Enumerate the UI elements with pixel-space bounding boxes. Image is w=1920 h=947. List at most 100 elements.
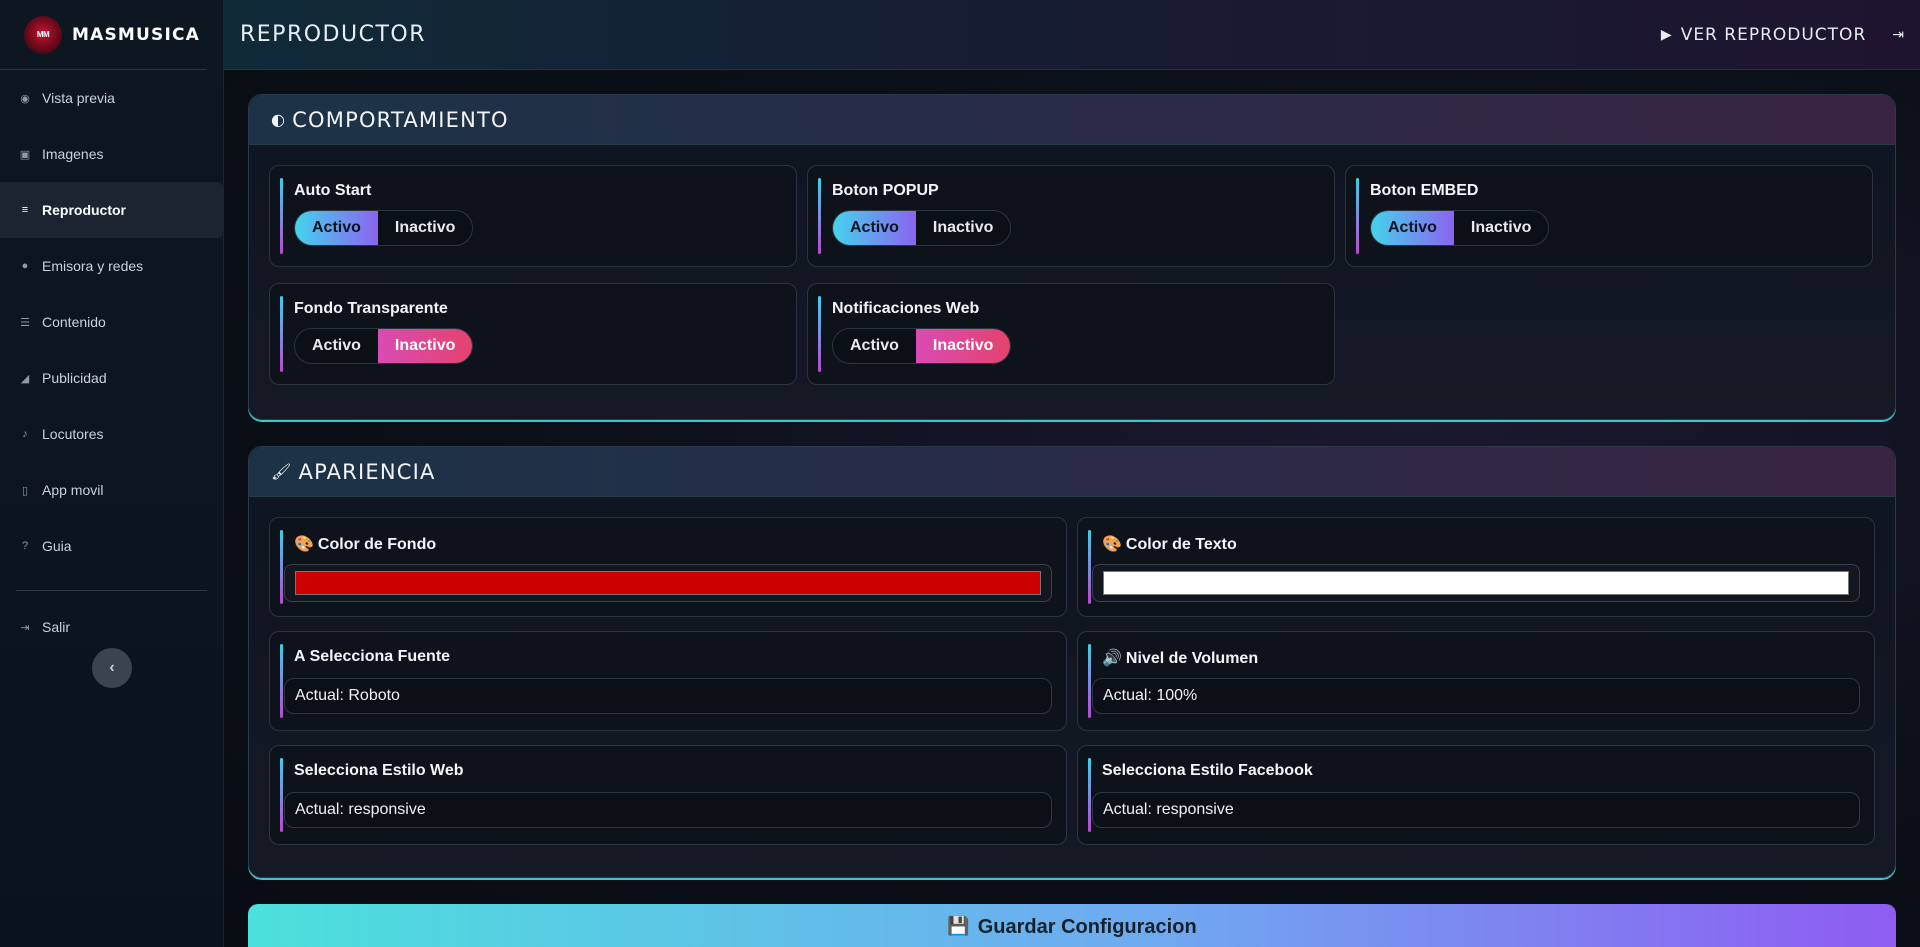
view-player-button[interactable]: ▶ VER REPRODUCTOR: [1661, 25, 1866, 45]
toggle-label: Fondo Transparente: [294, 300, 448, 317]
toggle-icon: ◐: [271, 110, 287, 129]
text-color-card: 🎨 Color de Texto: [1077, 517, 1875, 617]
web-style-select[interactable]: Actual: responsive: [284, 792, 1052, 828]
toggle-label: Notificaciones Web: [832, 300, 980, 317]
toggle-card-boton-popup: Boton POPUP Activo Inactivo: [807, 165, 1335, 267]
behavior-title: COMPORTAMIENTO: [292, 107, 509, 132]
toggle-card-boton-embed: Boton EMBED Activo Inactivo: [1345, 165, 1873, 267]
text-color-picker[interactable]: [1092, 564, 1860, 602]
brand[interactable]: MM MASMUSICA: [0, 0, 207, 70]
behavior-panel-header: ◐ COMPORTAMIENTO: [249, 95, 1895, 145]
web-style-card: Selecciona Estilo Web Actual: responsive: [269, 745, 1067, 845]
transparent-bg-toggle[interactable]: Activo Inactivo: [294, 328, 474, 364]
microphone-icon: ♪: [22, 428, 28, 440]
play-icon: ▶: [1660, 26, 1673, 43]
sidebar-item-label: Guia: [42, 538, 72, 554]
font-card: A Selecciona Fuente Actual: Roboto: [269, 631, 1067, 731]
facebook-style-select[interactable]: Actual: responsive: [1092, 792, 1860, 828]
sidebar-item-salir[interactable]: ⇥ Salir: [0, 607, 223, 647]
sidebar: MM MASMUSICA ◉ Vista previa ▣ Imagenes ≡…: [0, 0, 224, 947]
background-color-picker[interactable]: [284, 564, 1052, 602]
sidebar-item-label: Imagenes: [42, 146, 104, 162]
brand-name: MASMUSICA: [72, 24, 201, 45]
embed-toggle[interactable]: Activo Inactivo: [1370, 210, 1550, 246]
sidebar-item-label: Salir: [42, 619, 71, 635]
background-color-label: 🎨 Color de Fondo: [294, 534, 436, 554]
sidebar-nav: ◉ Vista previa ▣ Imagenes ≡ Reproductor …: [0, 70, 223, 574]
toggle-card-notificaciones-web: Notificaciones Web Activo Inactivo: [807, 283, 1335, 385]
sidebar-item-label: Publicidad: [42, 370, 107, 386]
sidebar-item-locutores[interactable]: ♪ Locutores: [0, 406, 223, 462]
bullhorn-icon: ◢: [20, 372, 30, 385]
sidebar-item-imagenes[interactable]: ▣ Imagenes: [0, 126, 223, 182]
volume-label: 🔊 Nivel de Volumen: [1102, 648, 1258, 668]
toggle-option-activo[interactable]: Activo: [295, 329, 378, 363]
appearance-panel: 🖌 APARIENCIA 🎨 Color de Fondo 🎨 Color de T…: [248, 446, 1896, 878]
toggle-card-auto-start: Auto Start Activo Inactivo: [269, 165, 797, 267]
toggle-option-activo[interactable]: Activo: [295, 211, 378, 245]
toggle-option-inactivo[interactable]: Inactivo: [915, 329, 1011, 363]
font-label: A Selecciona Fuente: [294, 648, 450, 666]
toggle-card-fondo-transparente: Fondo Transparente Activo Inactivo: [269, 283, 797, 385]
sidebar-item-app-movil[interactable]: ▯ App movil: [0, 462, 223, 518]
palette-icon: 🎨: [294, 536, 314, 553]
appearance-panel-header: 🖌 APARIENCIA: [249, 447, 1895, 497]
sidebar-item-label: Contenido: [42, 314, 106, 330]
background-color-card: 🎨 Color de Fondo: [269, 517, 1067, 617]
volume-select[interactable]: Actual: 100%: [1092, 678, 1860, 714]
web-style-label: Selecciona Estilo Web: [294, 762, 464, 779]
sidebar-collapse-button[interactable]: ‹: [92, 648, 132, 688]
sliders-icon: ≡: [21, 204, 29, 216]
globe-icon: ●: [21, 260, 29, 272]
font-icon: A: [294, 648, 306, 665]
text-color-label-text: Color de Texto: [1125, 536, 1237, 553]
facebook-style-card: Selecciona Estilo Facebook Actual: respo…: [1077, 745, 1875, 845]
toggle-option-activo[interactable]: Activo: [833, 329, 916, 363]
page-title: REPRODUCTOR: [240, 22, 427, 47]
toggle-option-inactivo[interactable]: Inactivo: [377, 329, 473, 363]
sidebar-item-guia[interactable]: ? Guia: [0, 518, 223, 574]
volume-label-text: Nivel de Volumen: [1125, 650, 1259, 667]
toggle-option-inactivo[interactable]: Inactivo: [378, 211, 472, 245]
behavior-panel: ◐ COMPORTAMIENTO Auto Start Activo Inact…: [248, 94, 1896, 420]
save-config-button[interactable]: 💾 Guardar Configuracion: [248, 904, 1896, 947]
volume-icon: 🔊: [1102, 650, 1122, 667]
list-icon: ☰: [20, 316, 30, 329]
sidebar-item-label: Emisora y redes: [42, 258, 144, 274]
brand-logo: MM: [24, 15, 62, 54]
question-icon: ?: [21, 540, 29, 552]
facebook-style-label: Selecciona Estilo Facebook: [1102, 762, 1313, 779]
background-color-swatch: [295, 571, 1041, 595]
toggle-label: Auto Start: [294, 182, 372, 199]
auto-start-toggle[interactable]: Activo Inactivo: [294, 210, 474, 246]
web-notifications-toggle[interactable]: Activo Inactivo: [832, 328, 1012, 364]
sidebar-item-contenido[interactable]: ☰ Contenido: [0, 294, 223, 350]
sidebar-item-reproductor[interactable]: ≡ Reproductor: [0, 182, 223, 238]
image-icon: ▣: [19, 148, 31, 161]
toggle-option-inactivo[interactable]: Inactivo: [916, 211, 1010, 245]
sidebar-item-label: Locutores: [42, 426, 104, 442]
background-color-label-text: Color de Fondo: [317, 536, 437, 553]
toggle-option-activo[interactable]: Activo: [1371, 211, 1454, 245]
brush-icon: 🖌: [271, 462, 293, 481]
popup-toggle[interactable]: Activo Inactivo: [832, 210, 1012, 246]
sidebar-item-label: App movil: [42, 482, 104, 498]
sidebar-item-emisora[interactable]: ● Emisora y redes: [0, 238, 223, 294]
toggle-option-activo[interactable]: Activo: [833, 211, 916, 245]
toggle-label: Boton EMBED: [1370, 182, 1479, 199]
main-content: ◐ COMPORTAMIENTO Auto Start Activo Inact…: [224, 70, 1920, 947]
save-config-label: Guardar Configuracion: [977, 916, 1197, 938]
toggle-label: Boton POPUP: [832, 182, 939, 199]
text-color-swatch: [1103, 571, 1849, 595]
sidebar-divider: [16, 590, 207, 591]
floppy-disk-icon: 💾: [947, 916, 970, 936]
topbar: REPRODUCTOR ▶ VER REPRODUCTOR ⇥: [224, 0, 1920, 70]
toggle-option-inactivo[interactable]: Inactivo: [1454, 211, 1548, 245]
font-select[interactable]: Actual: Roboto: [284, 678, 1052, 714]
top-actions: ▶ VER REPRODUCTOR ⇥: [1661, 25, 1904, 45]
logout-icon[interactable]: ⇥: [1892, 26, 1904, 43]
sidebar-item-label: Vista previa: [42, 90, 115, 106]
view-player-label: VER REPRODUCTOR: [1680, 24, 1867, 45]
sidebar-item-vista-previa[interactable]: ◉ Vista previa: [0, 70, 223, 126]
sidebar-item-publicidad[interactable]: ◢ Publicidad: [0, 350, 223, 406]
